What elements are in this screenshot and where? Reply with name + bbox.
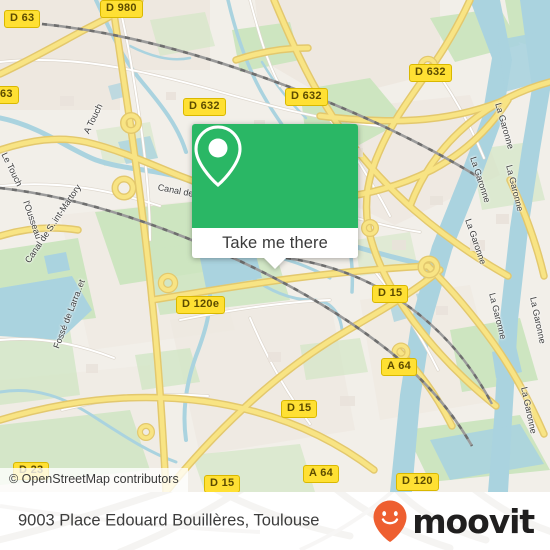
moovit-wordmark: moovit <box>412 501 535 541</box>
road-shield[interactable]: D 15 <box>281 400 318 418</box>
road-shield[interactable]: D 15 <box>372 285 409 303</box>
road-shield[interactable]: D 632 <box>183 98 226 116</box>
app-screen: .grn{fill:#cde5c0} .grn2{fill:#d9ead0} .… <box>0 0 550 550</box>
road-shield[interactable]: D 980 <box>100 0 143 18</box>
location-callout[interactable]: Take me there <box>192 124 358 269</box>
road-shield[interactable]: 63 <box>0 86 19 104</box>
callout-pointer <box>264 258 286 269</box>
take-me-there-button[interactable]: Take me there <box>192 228 358 269</box>
map-pin-icon <box>194 125 242 188</box>
footer-bar: 9003 Place Edouard Bouillères, Toulouse … <box>0 492 550 550</box>
road-shield[interactable]: D 120e <box>176 296 226 314</box>
road-shield[interactable]: A 64 <box>381 358 418 376</box>
road-shield[interactable]: D 120 <box>396 473 439 491</box>
road-shield[interactable]: D 15 <box>204 475 241 492</box>
callout-header <box>192 124 358 228</box>
map-attribution[interactable]: © OpenStreetMap contributors <box>0 468 188 492</box>
road-shield[interactable]: D 63 <box>4 10 41 28</box>
address-label: 9003 Place Edouard Bouillères, Toulouse <box>18 511 320 530</box>
moovit-logo[interactable]: moovit <box>372 499 535 543</box>
map-canvas[interactable]: .grn{fill:#cde5c0} .grn2{fill:#d9ead0} .… <box>0 0 550 492</box>
road-shield[interactable]: D 632 <box>409 64 452 82</box>
road-shield[interactable]: D 632 <box>285 88 328 106</box>
moovit-smiley-pin-icon <box>373 500 407 542</box>
road-shield[interactable]: A 64 <box>303 465 340 483</box>
take-me-there-label: Take me there <box>222 233 328 252</box>
